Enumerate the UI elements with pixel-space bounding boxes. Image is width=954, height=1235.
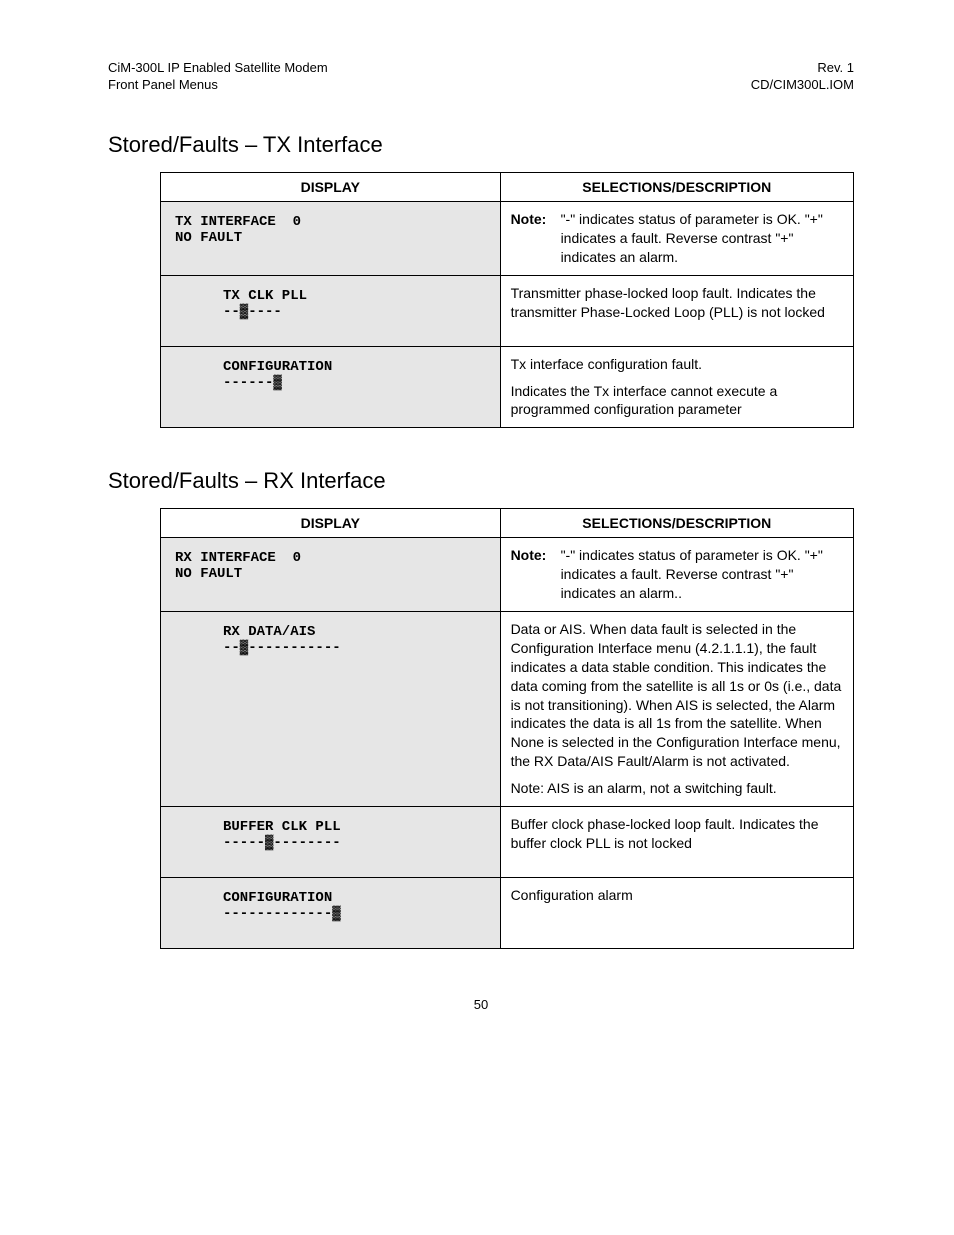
display-text: -------------▓ xyxy=(223,906,486,922)
tx-interface-table: DISPLAY SELECTIONS/DESCRIPTION TX INTERF… xyxy=(160,172,854,428)
header-right-line1: Rev. 1 xyxy=(817,60,854,75)
display-text: -----▓-------- xyxy=(223,835,486,851)
display-text: --▓---- xyxy=(223,304,486,320)
desc-text: Tx interface configuration fault. xyxy=(511,355,843,374)
display-text: CONFIGURATION xyxy=(223,890,486,906)
section-title-rx: Stored/Faults – RX Interface xyxy=(108,468,854,494)
desc-text: Data or AIS. When data fault is selected… xyxy=(511,620,843,771)
display-text: NO FAULT xyxy=(175,230,486,246)
desc-text: Note: AIS is an alarm, not a switching f… xyxy=(511,779,843,798)
note-label: Note: xyxy=(511,210,561,267)
page-number: 50 xyxy=(108,997,854,1012)
desc-text: Transmitter phase-locked loop fault. Ind… xyxy=(511,284,843,322)
header-left-line1: CiM-300L IP Enabled Satellite Modem xyxy=(108,60,328,75)
page-header: CiM-300L IP Enabled Satellite Modem Rev.… xyxy=(108,60,854,92)
display-text: NO FAULT xyxy=(175,566,486,582)
display-text: ------▓ xyxy=(223,375,486,391)
header-left-line2: Front Panel Menus xyxy=(108,77,218,92)
display-text: CONFIGURATION xyxy=(223,359,486,375)
desc-text: Buffer clock phase-locked loop fault. In… xyxy=(511,815,843,853)
table-row: RX INTERFACE 0 NO FAULT Note: "-" indica… xyxy=(161,538,854,612)
table-row: CONFIGURATION ------▓ Tx interface confi… xyxy=(161,346,854,428)
col-header-desc: SELECTIONS/DESCRIPTION xyxy=(500,173,853,202)
col-header-display: DISPLAY xyxy=(161,509,501,538)
desc-text: Indicates the Tx interface cannot execut… xyxy=(511,382,843,420)
display-text: TX INTERFACE 0 xyxy=(175,214,486,230)
note-body: "-" indicates status of parameter is OK.… xyxy=(561,546,843,603)
display-text: TX CLK PLL xyxy=(223,288,486,304)
col-header-display: DISPLAY xyxy=(161,173,501,202)
display-text: --▓----------- xyxy=(223,640,486,656)
display-text: RX INTERFACE 0 xyxy=(175,550,486,566)
note-body: "-" indicates status of parameter is OK.… xyxy=(561,210,843,267)
table-row: BUFFER CLK PLL -----▓-------- Buffer clo… xyxy=(161,807,854,878)
display-text: BUFFER CLK PLL xyxy=(223,819,486,835)
col-header-desc: SELECTIONS/DESCRIPTION xyxy=(500,509,853,538)
header-right-line2: CD/CIM300L.IOM xyxy=(751,77,854,92)
note-label: Note: xyxy=(511,546,561,603)
table-row: RX DATA/AIS --▓----------- Data or AIS. … xyxy=(161,612,854,807)
display-text: RX DATA/AIS xyxy=(223,624,486,640)
table-row: CONFIGURATION -------------▓ Configurati… xyxy=(161,878,854,949)
desc-text: Configuration alarm xyxy=(511,886,843,905)
section-title-tx: Stored/Faults – TX Interface xyxy=(108,132,854,158)
table-row: TX INTERFACE 0 NO FAULT Note: "-" indica… xyxy=(161,202,854,276)
table-row: TX CLK PLL --▓---- Transmitter phase-loc… xyxy=(161,275,854,346)
rx-interface-table: DISPLAY SELECTIONS/DESCRIPTION RX INTERF… xyxy=(160,508,854,949)
